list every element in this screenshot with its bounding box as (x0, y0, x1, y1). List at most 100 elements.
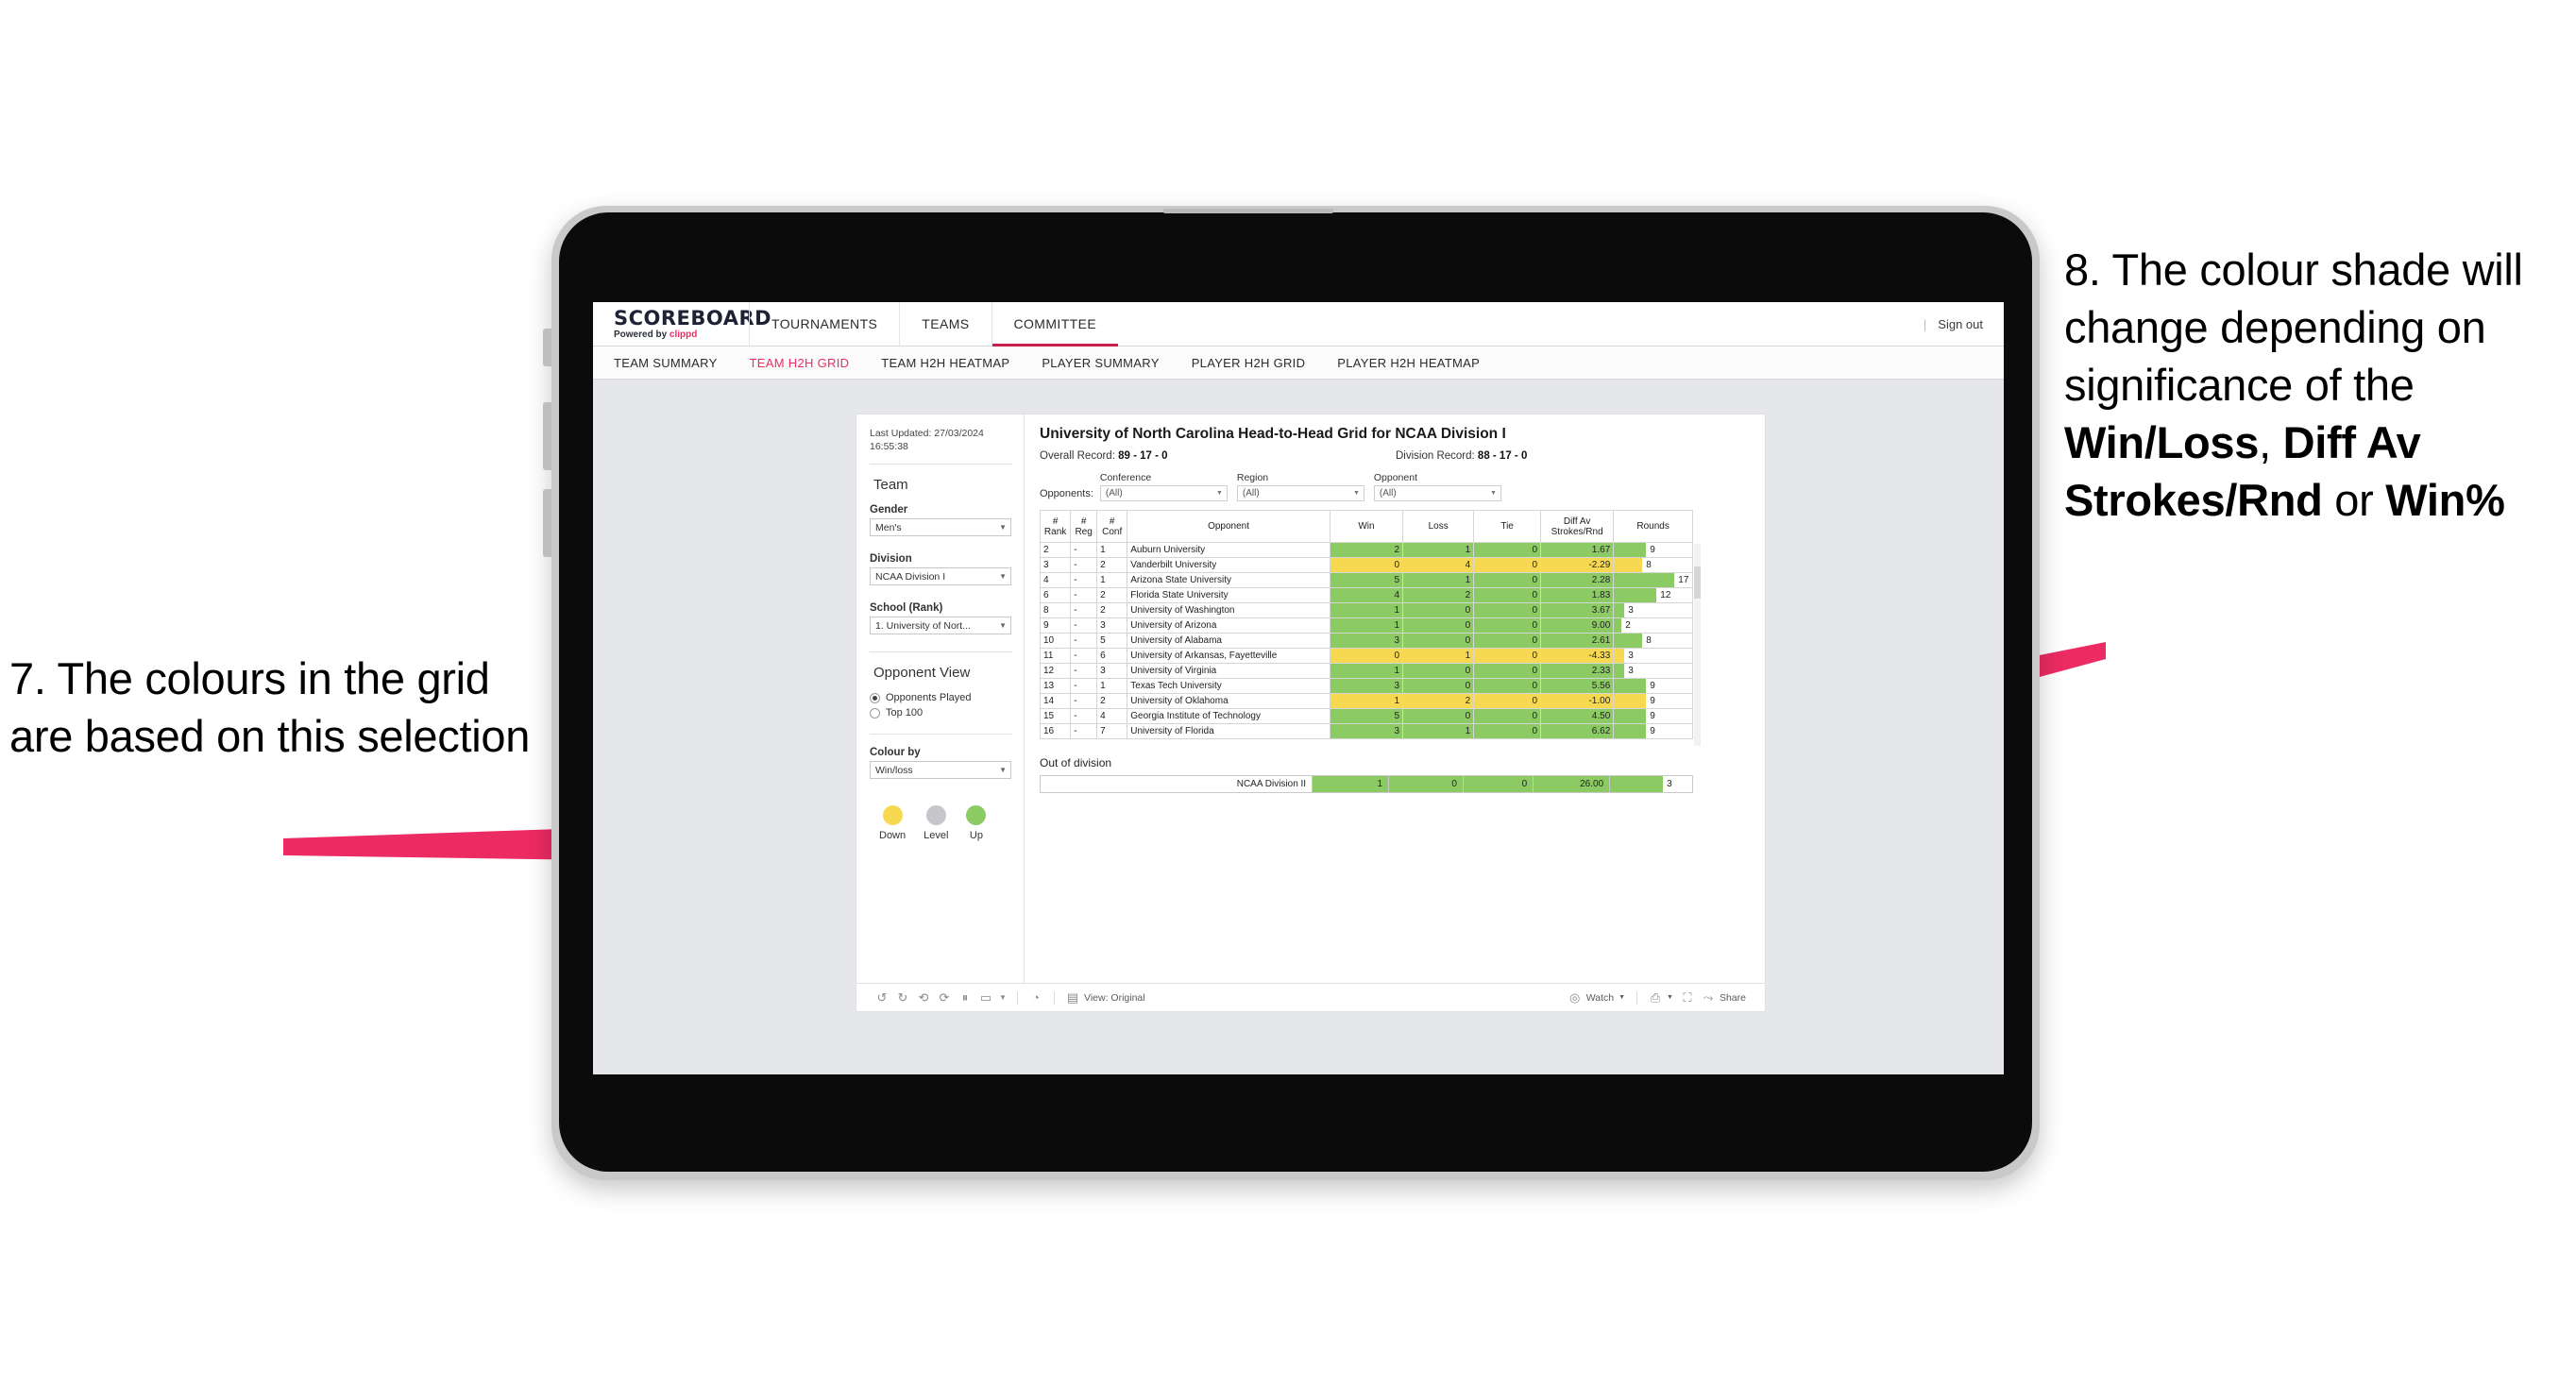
table-row[interactable]: 3-2 Vanderbilt University 0 4 0 -2.29 8 (1039, 557, 1693, 573)
subnav-player-summary[interactable]: PLAYER SUMMARY (1042, 356, 1178, 370)
division-record: Division Record: 88 - 17 - 0 (1396, 450, 1752, 462)
grid-scrollbar[interactable] (1694, 544, 1701, 746)
division-select[interactable]: NCAA Division I ▼ (870, 567, 1011, 585)
subnav-team-h2h-grid[interactable]: TEAM H2H GRID (750, 356, 869, 370)
table-row[interactable]: 11-6 University of Arkansas, Fayetteville… (1039, 648, 1693, 664)
share-button[interactable]: ⤳ Share (1698, 988, 1750, 1008)
col-rounds[interactable]: Rounds (1613, 510, 1693, 543)
cell-tie: 0 (1473, 648, 1542, 664)
table-row[interactable]: 4-1 Arizona State University 5 1 0 2.28 17 (1039, 572, 1693, 588)
conference-select[interactable]: (All) ▼ (1099, 485, 1228, 501)
help-icon[interactable]: ◔ (1025, 988, 1046, 1008)
col-tie[interactable]: Tie (1473, 510, 1542, 543)
nav-item-committee[interactable]: COMMITTEE (991, 302, 1119, 346)
table-row[interactable]: 9-3 University of Arizona 1 0 0 9.00 2 (1039, 617, 1693, 634)
cell-loss: 1 (1402, 542, 1475, 558)
cell-diff: 5.56 (1540, 678, 1615, 694)
table-row[interactable]: 12-3 University of Virginia 1 0 0 2.33 3 (1039, 663, 1693, 679)
pause-updates-icon[interactable]: ⏸ (955, 988, 975, 1008)
cell-diff: -2.29 (1540, 557, 1615, 573)
nav-item-teams[interactable]: TEAMS (899, 302, 991, 346)
radio-opponents-played[interactable]: Opponents Played (870, 692, 1024, 703)
out-of-division-heading: Out of division (1040, 756, 1112, 769)
region-label: Region (1236, 472, 1269, 483)
fullscreen-button[interactable]: ⛶ (1677, 988, 1698, 1008)
cell-diff: 26.00 (1533, 775, 1611, 793)
device-button-power[interactable] (543, 329, 551, 366)
redo-icon[interactable]: ↻ (892, 988, 913, 1008)
cell-tie: 0 (1462, 775, 1534, 793)
table-row[interactable]: 6-2 Florida State University 4 2 0 1.83 12 (1039, 587, 1693, 603)
rounds-bar (1614, 724, 1647, 738)
cell-loss: 1 (1402, 572, 1475, 588)
col-diff[interactable]: Diff Av Strokes/Rnd (1540, 510, 1615, 543)
cell-tie: 0 (1473, 542, 1542, 558)
viz-toolbar: ↺ ↻ ⟲ ⟳ ⏸ ▭ ▼ ◔ ▤ View: Original ◎ Watch… (856, 983, 1765, 1011)
rounds-bar-wrapper: 3 (1614, 664, 1692, 678)
region-filter: Region (All) ▼ (1236, 472, 1364, 501)
cell-tie: 0 (1473, 633, 1542, 649)
gender-select[interactable]: Men's ▼ (870, 518, 1011, 536)
chevron-down-icon: ▼ (1352, 490, 1360, 497)
nav-item-tournaments[interactable]: TOURNAMENTS (749, 302, 899, 346)
share-label: Share (1719, 991, 1746, 1004)
opponent-filter: Opponent (All) ▼ (1373, 472, 1501, 501)
cell-opponent: University of Oklahoma (1127, 693, 1330, 709)
cell-diff: -1.00 (1540, 693, 1615, 709)
custom-view-icon[interactable]: ▭ (975, 988, 996, 1008)
region-select[interactable]: (All) ▼ (1236, 485, 1364, 501)
annotation-right-mid2: or (2322, 475, 2386, 526)
revert-icon[interactable]: ⟲ (913, 988, 934, 1008)
radio-top-100[interactable]: Top 100 (870, 707, 1024, 718)
undo-icon[interactable]: ↺ (872, 988, 892, 1008)
cell-opponent: University of Alabama (1127, 633, 1330, 649)
signout-link[interactable]: Sign out (1938, 317, 1983, 331)
watch-button[interactable]: ◎ Watch ▼ (1565, 988, 1629, 1008)
subnav-team-h2h-heatmap[interactable]: TEAM H2H HEATMAP (881, 356, 1028, 370)
table-row[interactable]: 10-5 University of Alabama 3 0 0 2.61 8 (1039, 633, 1693, 649)
opponent-select[interactable]: (All) ▼ (1373, 485, 1501, 501)
download-button[interactable]: ⎙ ▼ (1645, 988, 1677, 1008)
cell-opponent: Florida State University (1127, 587, 1330, 603)
out-of-division-row[interactable]: NCAA Division II 1 0 0 26.00 3 (1039, 775, 1693, 793)
table-row[interactable]: 14-2 University of Oklahoma 1 2 0 -1.00 9 (1039, 693, 1693, 709)
table-row[interactable]: 2-1 Auburn University 2 1 0 1.67 9 (1039, 542, 1693, 558)
cell-win: 2 (1329, 542, 1404, 558)
cell-rounds: 9 (1613, 678, 1693, 694)
col-loss[interactable]: Loss (1402, 510, 1475, 543)
cell-diff: 2.61 (1540, 633, 1615, 649)
subnav-player-h2h-heatmap[interactable]: PLAYER H2H HEATMAP (1337, 356, 1499, 370)
table-row[interactable]: 16-7 University of Florida 3 1 0 6.62 9 (1039, 723, 1693, 739)
col-reg[interactable]: # Reg (1070, 510, 1098, 543)
brand-name: SCOREBOARD (614, 306, 772, 330)
chevron-down-icon[interactable]: ▼ (996, 988, 1009, 1008)
subnav-team-summary[interactable]: TEAM SUMMARY (614, 356, 737, 370)
rounds-bar-wrapper: 9 (1614, 543, 1692, 557)
grid-body: 2-1 Auburn University 2 1 0 1.67 9 3-2 Vanderbil… (1039, 542, 1693, 739)
cell-rank: 14 (1039, 693, 1072, 709)
gender-value: Men's (875, 521, 902, 533)
cell-loss: 2 (1402, 587, 1475, 603)
divider (870, 734, 1012, 735)
col-win[interactable]: Win (1329, 510, 1404, 543)
device-button-volume-down[interactable] (543, 489, 551, 557)
col-rank[interactable]: # Rank (1039, 510, 1072, 543)
cell-loss: 0 (1402, 633, 1475, 649)
device-button-volume-up[interactable] (543, 402, 551, 470)
colour-by-select[interactable]: Win/loss ▼ (870, 761, 1011, 779)
grid-scrollbar-thumb[interactable] (1694, 566, 1701, 599)
table-row[interactable]: 15-4 Georgia Institute of Technology 5 0 0 4.… (1039, 708, 1693, 724)
col-opponent[interactable]: Opponent (1127, 510, 1330, 543)
subnav-player-h2h-grid[interactable]: PLAYER H2H GRID (1192, 356, 1325, 370)
brand-logo[interactable]: SCOREBOARD Powered by clippd (593, 306, 772, 341)
table-row[interactable]: 8-2 University of Washington 1 0 0 3.67 3 (1039, 602, 1693, 618)
camera-icon (1163, 209, 1333, 213)
cell-reg: - (1070, 708, 1098, 724)
table-row[interactable]: 13-1 Texas Tech University 3 0 0 5.56 9 (1039, 678, 1693, 694)
refresh-icon[interactable]: ⟳ (934, 988, 955, 1008)
view-original-button[interactable]: ▤ View: Original (1062, 988, 1149, 1008)
rounds-bar (1614, 709, 1647, 723)
col-conf[interactable]: # Conf (1096, 510, 1128, 543)
rounds-value: 9 (1650, 696, 1655, 706)
school-select[interactable]: 1. University of Nort... ▼ (870, 617, 1011, 634)
